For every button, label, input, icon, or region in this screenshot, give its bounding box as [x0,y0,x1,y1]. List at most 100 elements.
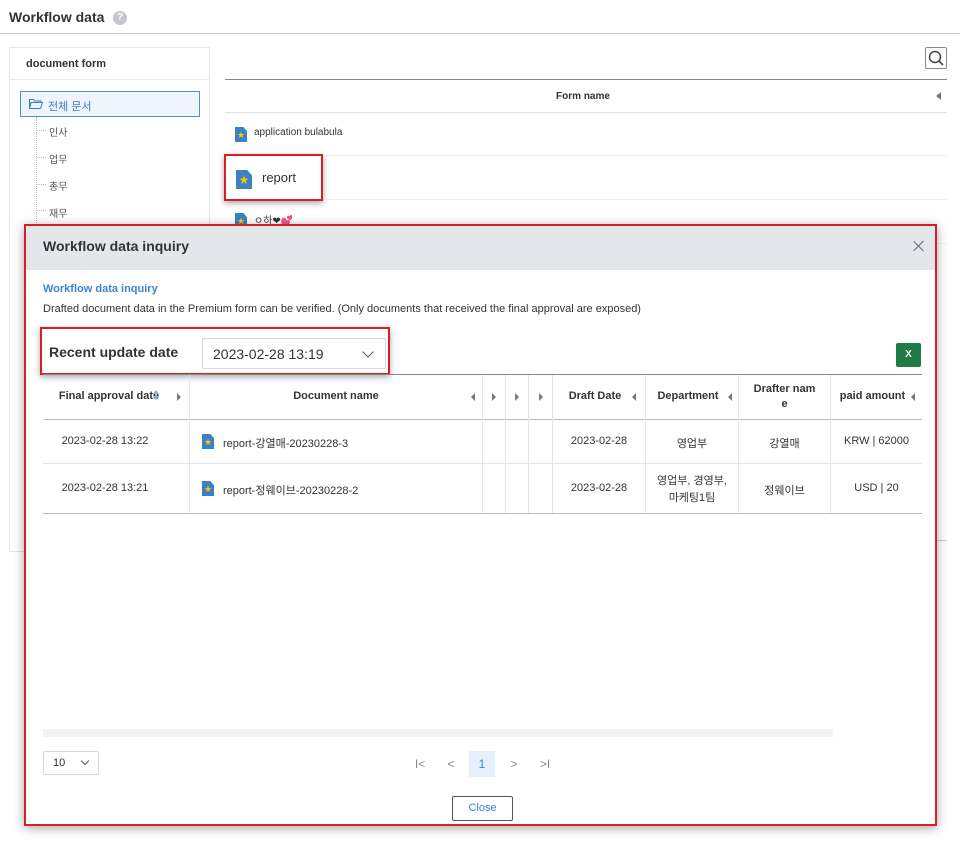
cell-paid-amount: KRW | 62000 [843,435,910,447]
cell-drafter-name: 정웨이브 [739,464,831,513]
cell-hidden [506,420,529,463]
arrow-left-icon[interactable] [471,393,475,401]
last-page-button[interactable]: >I [532,751,558,777]
tree-item-general-affairs[interactable]: 총무 [49,178,67,193]
search-button[interactable] [925,47,947,69]
table-row[interactable]: 2023-02-28 13:22 ★ report-강열매-20230228-3… [43,420,922,464]
arrow-right-icon[interactable] [539,393,543,401]
column-hidden[interactable] [506,375,529,420]
sort-icon[interactable] [153,390,159,402]
arrow-left-icon[interactable] [911,393,915,401]
column-separator [167,375,190,420]
recent-update-date-box: Recent update date 2023-02-28 13:19 [40,327,390,375]
form-name-header-label: Form name [556,91,610,102]
cell-hidden [529,464,553,513]
excel-icon: X [905,349,912,360]
cell-hidden [506,464,529,513]
page-size-value: 10 [53,757,66,769]
header-label: Drafter nam e [753,383,816,410]
cell-hidden [483,464,506,513]
column-hidden[interactable] [529,375,553,420]
tree-connector [37,210,46,211]
cell-department: 영업부, 경영부, 마케팅1팀 [646,464,739,513]
tree-root-label: 전체 문서 [48,101,92,113]
cell-final-approval-date: 2023-02-28 13:22 [61,435,149,447]
first-page-button[interactable]: I< [407,751,433,777]
cell-spacer [167,464,190,513]
workflow-data-inquiry-modal: Workflow data inquiry Workflow data inqu… [24,224,937,826]
form-row-label: report [262,170,296,185]
premium-document-icon: ★ [236,170,252,189]
cell-draft-date: 2023-02-28 [553,420,646,463]
next-page-button[interactable]: > [501,751,527,777]
document-name-link[interactable]: report-강열매-20230228-3 [223,435,348,451]
tree-connector [37,157,46,158]
tree-connector [37,184,46,185]
sort-arrow-icon[interactable] [936,92,941,100]
arrow-right-icon[interactable] [492,393,496,401]
arrow-left-icon[interactable] [632,393,636,401]
chevron-down-icon [80,756,90,766]
tree-item-work[interactable]: 업무 [49,151,67,166]
cell-drafter-name: 강열매 [739,420,831,463]
cell-paid-amount: USD | 20 [854,482,899,494]
chevron-down-icon [362,346,374,358]
arrow-right-icon[interactable] [515,393,519,401]
search-icon [928,50,944,66]
form-row[interactable]: ★ application bulabula [225,113,947,156]
form-name-column-header[interactable]: Form name [225,79,947,113]
cell-spacer [167,420,190,463]
column-drafter-name[interactable]: Drafter nam e [739,375,831,420]
horizontal-scrollbar[interactable] [43,729,833,737]
tree-item-hr[interactable]: 인사 [49,124,67,139]
page-size-select[interactable]: 10 [43,751,99,775]
close-icon[interactable] [912,239,926,253]
cell-document-name[interactable]: ★ report-강열매-20230228-3 [190,420,483,463]
table-header: Final approval date Document name Draft … [43,374,922,420]
cell-final-approval-date: 2023-02-28 13:21 [61,482,149,494]
cell-document-name[interactable]: ★ report-정웨이브-20230228-2 [190,464,483,513]
column-draft-date[interactable]: Draft Date [553,375,646,420]
folder-open-icon [29,99,43,109]
column-document-name[interactable]: Document name [190,375,483,420]
cell-draft-date: 2023-02-28 [553,464,646,513]
modal-subtitle: Workflow data inquiry [43,283,158,295]
header-label: paid amount [839,390,906,402]
tree-root-all-documents[interactable]: 전체 문서 [20,91,200,117]
close-button[interactable]: Close [452,796,513,821]
page-title: Workflow data [9,9,105,25]
header-label: Document name [293,390,379,402]
modal-title: Workflow data inquiry [43,238,189,254]
premium-document-icon: ★ [202,434,214,449]
modal-header: Workflow data inquiry [26,226,935,270]
premium-document-icon: ★ [202,481,214,496]
report-form-row-highlight[interactable]: ★ report [224,154,323,201]
tree-connector [37,130,46,131]
page-header: Workflow data ? [0,0,960,34]
excel-download-button[interactable]: X [896,343,921,367]
arrow-left-icon[interactable] [728,393,732,401]
table-row[interactable]: 2023-02-28 13:21 ★ report-정웨이브-20230228-… [43,464,922,514]
column-department[interactable]: Department [646,375,739,420]
page-1-button[interactable]: 1 [469,751,495,777]
document-form-title: document form [26,58,107,70]
tree-item-finance[interactable]: 재무 [49,205,67,220]
cell-hidden [483,420,506,463]
header-label: Department [657,390,719,402]
date-select-value: 2023-02-28 13:19 [213,346,324,362]
prev-page-button[interactable]: < [438,751,464,777]
cell-hidden [529,420,553,463]
cell-department: 영업부 [646,420,739,463]
modal-description: Drafted document data in the Premium for… [43,303,641,315]
divider [10,79,209,80]
column-hidden[interactable] [483,375,506,420]
form-row[interactable] [225,157,947,200]
help-icon[interactable]: ? [113,11,127,25]
arrow-right-icon[interactable] [177,393,181,401]
form-row-label: application bulabula [254,127,343,138]
recent-update-date-select[interactable]: 2023-02-28 13:19 [202,338,386,369]
document-name-link[interactable]: report-정웨이브-20230228-2 [223,482,358,498]
premium-document-icon: ★ [235,127,247,142]
column-paid-amount[interactable]: paid amount [831,375,922,420]
recent-update-date-label: Recent update date [49,344,179,360]
